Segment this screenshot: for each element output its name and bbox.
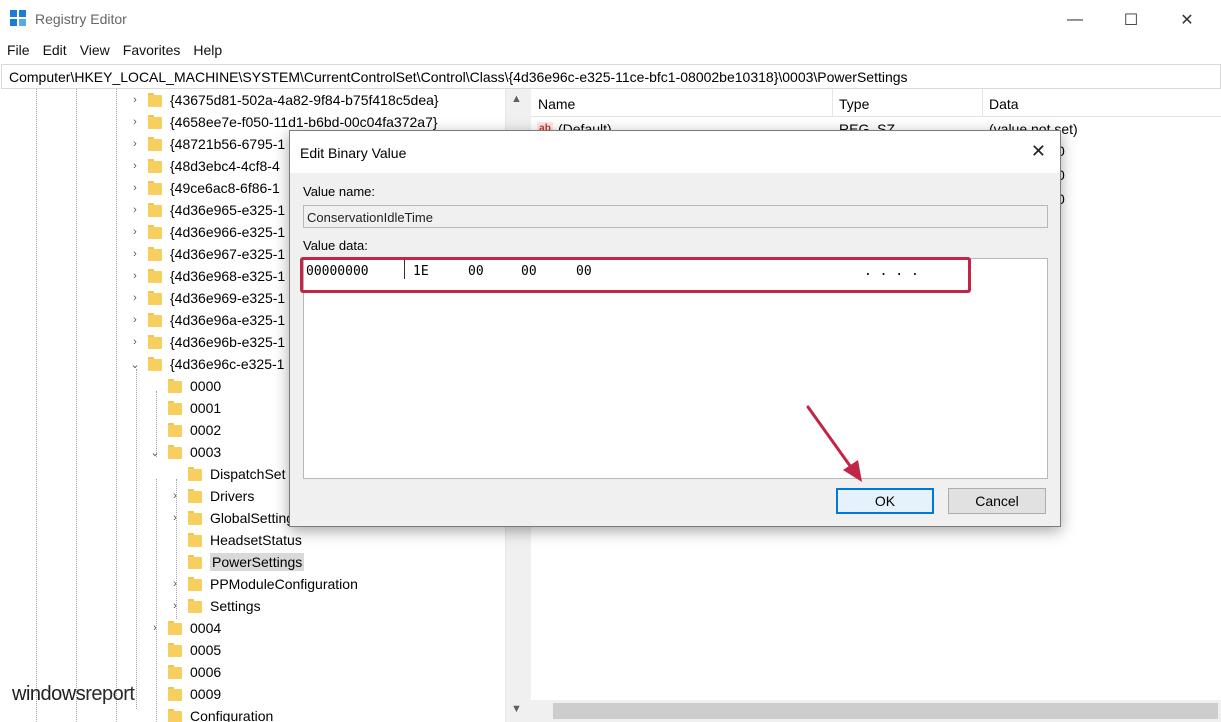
windowsreport-logo: windowsreport bbox=[12, 683, 135, 705]
annotation-arrow-icon bbox=[806, 405, 862, 482]
